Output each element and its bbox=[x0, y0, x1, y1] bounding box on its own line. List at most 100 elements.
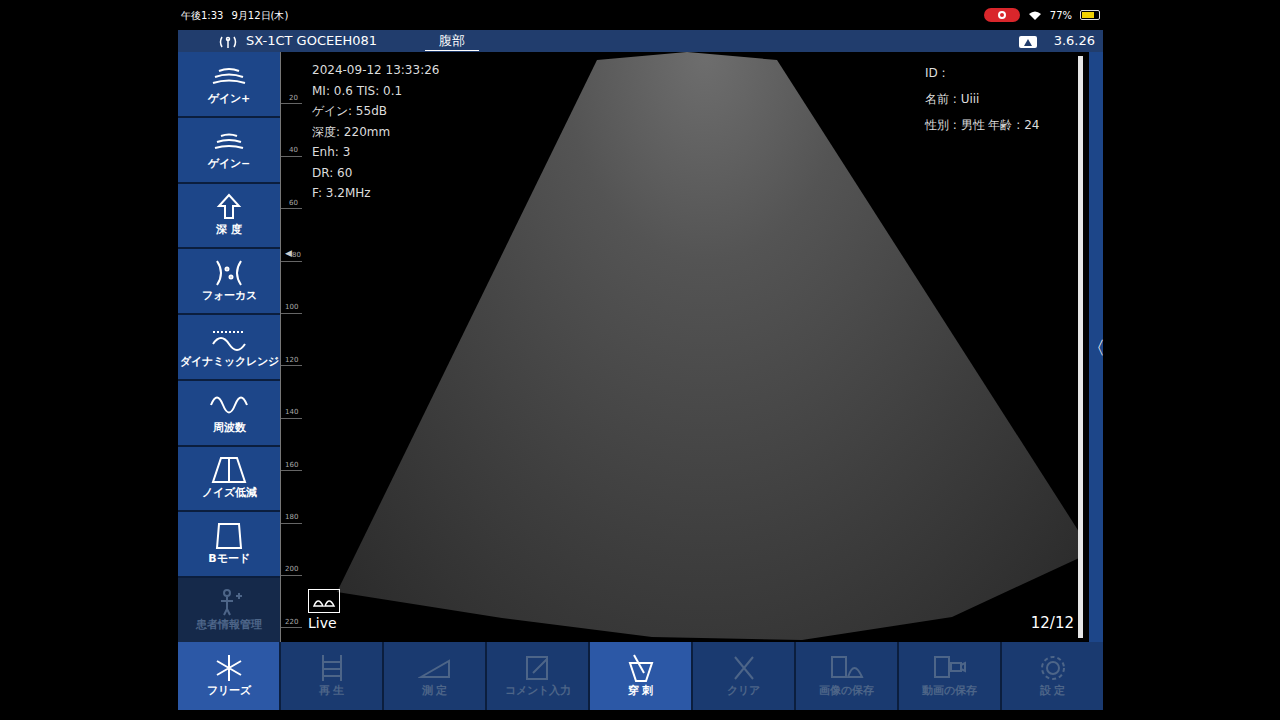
sidebar-label: ダイナミックレンジ bbox=[180, 354, 279, 371]
battery-fill bbox=[1082, 12, 1094, 18]
tick-label: 200 bbox=[285, 564, 302, 575]
sidebar-button[interactable]: フォーカス bbox=[178, 249, 280, 313]
sidebar: ゲイン+ ゲイン− 深 度フォーカスダイナミックレンジ周波数ノイズ低減 Bモード患者情… bbox=[178, 52, 280, 642]
clear-icon bbox=[727, 653, 761, 683]
toolbar-button: 測 定 bbox=[384, 642, 485, 710]
ruler-tick: 20 bbox=[281, 52, 302, 104]
device-icon bbox=[218, 31, 238, 51]
measure-icon bbox=[418, 653, 452, 683]
ruler-tick: ◀80 bbox=[281, 209, 302, 261]
toolbar-label: 再 生 bbox=[319, 683, 345, 700]
tick-label: 100 bbox=[285, 302, 302, 313]
scan-parameter: F: 3.2MHz bbox=[312, 183, 439, 204]
sidebar-button[interactable]: 深 度 bbox=[178, 184, 280, 248]
b-mode-icon bbox=[207, 521, 251, 551]
settings-icon bbox=[1036, 653, 1070, 683]
freeze-icon bbox=[212, 653, 246, 683]
status-left: 午後1:33 9月12日(木) bbox=[181, 8, 288, 23]
ruler-tick: 160 bbox=[281, 419, 302, 471]
playback-icon bbox=[315, 653, 349, 683]
sidebar-label: ノイズ低減 bbox=[202, 485, 257, 502]
sidebar-label: ゲイン+ bbox=[208, 91, 250, 108]
version: 3.6.26 bbox=[1054, 31, 1095, 51]
toolbar-label: 測 定 bbox=[422, 683, 448, 700]
status-date: 9月12日(木) bbox=[231, 8, 288, 23]
sidebar-button[interactable]: 周波数 bbox=[178, 381, 280, 445]
ruler-tick: 120 bbox=[281, 314, 302, 366]
tick-label: 140 bbox=[285, 407, 302, 418]
main-area: ゲイン+ ゲイン− 深 度フォーカスダイナミックレンジ周波数ノイズ低減 Bモード患者情… bbox=[178, 52, 1103, 642]
toolbar-label: 穿 刺 bbox=[628, 683, 654, 700]
toolbar-button[interactable]: 穿 刺 bbox=[590, 642, 691, 710]
ultrasound-image bbox=[302, 52, 1078, 642]
battery-percent: 77% bbox=[1050, 8, 1072, 23]
patient-field: ID : bbox=[925, 60, 1039, 86]
scan-parameter: 2024-09-12 13:33:26 bbox=[312, 60, 439, 81]
comment-icon bbox=[521, 653, 555, 683]
toolbar-label: 設 定 bbox=[1040, 683, 1066, 700]
sidebar-button[interactable]: ダイナミックレンジ bbox=[178, 315, 280, 379]
sidebar-label: ゲイン− bbox=[208, 156, 250, 173]
save-video-icon bbox=[933, 653, 967, 683]
tick-label: 180 bbox=[285, 512, 302, 523]
recording-indicator bbox=[984, 8, 1020, 22]
title-bar: SX-1CT GOCEEH081 腹部 3.6.26 bbox=[178, 30, 1103, 52]
battery-icon bbox=[1080, 10, 1100, 20]
tick-label: 20 bbox=[289, 93, 302, 104]
ruler-tick: 140 bbox=[281, 366, 302, 418]
toolbar-button[interactable]: フリーズ bbox=[178, 642, 279, 710]
ultrasound-canvas: 2024-09-12 13:33:26MI: 0.6 TIS: 0.1ゲイン: … bbox=[302, 52, 1078, 642]
toolbar-label: コメント入力 bbox=[505, 683, 571, 700]
sidebar-button[interactable]: ゲイン− bbox=[178, 118, 280, 182]
toolbar-button: コメント入力 bbox=[487, 642, 588, 710]
scrollbar[interactable] bbox=[1078, 56, 1083, 638]
frame-counter: 12/12 bbox=[1031, 612, 1074, 635]
live-icon bbox=[308, 589, 340, 613]
ruler-tick: 40 bbox=[281, 104, 302, 156]
probe-icon bbox=[1018, 31, 1038, 51]
tick-label: 120 bbox=[285, 355, 302, 366]
noise-reduction-icon bbox=[207, 455, 251, 485]
save-image-icon bbox=[830, 653, 864, 683]
gain-up-icon bbox=[207, 61, 251, 91]
exam-mode[interactable]: 腹部 bbox=[425, 32, 479, 51]
toolbar-button: クリア bbox=[693, 642, 794, 710]
wifi-icon bbox=[1028, 8, 1042, 23]
toolbar-button: 画像の保存 bbox=[796, 642, 897, 710]
bottom-toolbar: フリーズ再 生測 定コメント入力穿 刺クリア画像の保存動画の保存設 定 bbox=[178, 642, 1103, 710]
sidebar-button[interactable]: ゲイン+ bbox=[178, 52, 280, 116]
scan-info: 2024-09-12 13:33:26MI: 0.6 TIS: 0.1ゲイン: … bbox=[312, 60, 439, 204]
ruler-tick: 220 bbox=[281, 576, 302, 628]
sidebar-label: 患者情報管理 bbox=[196, 617, 262, 634]
status-bar: 午後1:33 9月12日(木) 77% bbox=[0, 0, 1280, 30]
toolbar-label: 画像の保存 bbox=[819, 683, 874, 700]
dynamic-range-icon bbox=[207, 324, 251, 354]
sidebar-button[interactable]: Bモード bbox=[178, 512, 280, 576]
frequency-icon bbox=[207, 390, 251, 420]
patient-field: 名前 : Uiii bbox=[925, 86, 1039, 112]
live-indicator: Live bbox=[308, 589, 340, 634]
focus-icon bbox=[207, 258, 251, 288]
scan-parameter: MI: 0.6 TIS: 0.1 bbox=[312, 81, 439, 102]
app: SX-1CT GOCEEH081 腹部 3.6.26 ゲイン+ ゲイン− 深 度フォーカス… bbox=[178, 30, 1103, 710]
tick-label: 220 bbox=[285, 617, 302, 628]
status-right: 77% bbox=[984, 8, 1100, 23]
sidebar-button[interactable]: ノイズ低減 bbox=[178, 447, 280, 511]
sidebar-label: 深 度 bbox=[216, 222, 242, 239]
scan-parameter: DR: 60 bbox=[312, 163, 439, 184]
toolbar-button: 設 定 bbox=[1002, 642, 1103, 710]
depth-icon bbox=[207, 192, 251, 222]
ruler-tick: 180 bbox=[281, 471, 302, 523]
record-icon bbox=[998, 11, 1006, 19]
scroll-strip: 〈 bbox=[1078, 52, 1103, 642]
status-time: 午後1:33 bbox=[181, 8, 223, 23]
device-name: SX-1CT GOCEEH081 bbox=[246, 31, 377, 51]
sidebar-button: 患者情報管理 bbox=[178, 578, 280, 642]
scan-parameter: ゲイン: 55dB bbox=[312, 101, 439, 122]
panel-toggle[interactable]: 〈 bbox=[1087, 334, 1105, 361]
scan-parameter: Enh: 3 bbox=[312, 142, 439, 163]
ruler-tick: 200 bbox=[281, 524, 302, 576]
tick-label: 60 bbox=[289, 198, 302, 209]
toolbar-label: クリア bbox=[727, 683, 760, 700]
sidebar-label: Bモード bbox=[208, 551, 249, 568]
